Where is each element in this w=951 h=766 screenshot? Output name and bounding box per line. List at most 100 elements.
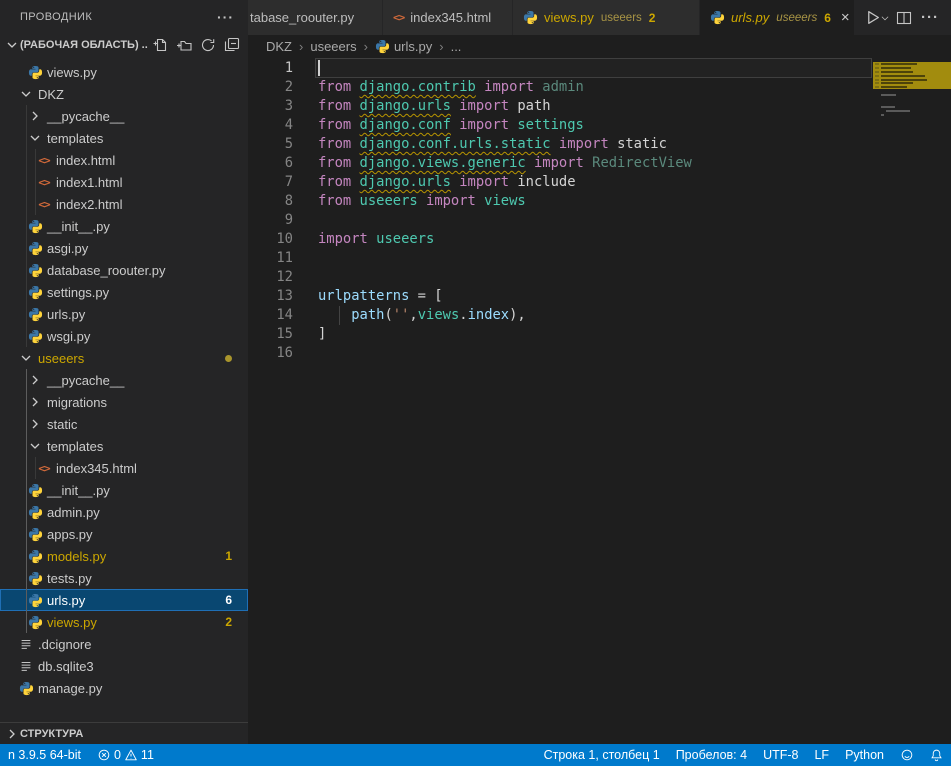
file-admin.py[interactable]: admin.py [0, 501, 248, 523]
minimap-mark [881, 82, 913, 84]
status-problems[interactable]: 011 [89, 744, 162, 766]
minimap-mark [875, 63, 879, 65]
file-__init__.py[interactable]: __init__.py [0, 215, 248, 237]
folder-useeers[interactable]: useeers [0, 347, 248, 369]
minimap-mark [881, 94, 896, 96]
tab-views.py[interactable]: views.pyuseeers2 [513, 0, 700, 35]
code-token: from [318, 117, 360, 133]
collapse-all-button[interactable] [220, 34, 244, 56]
file-urls.py[interactable]: urls.py6 [0, 589, 248, 611]
file-wsgi.py[interactable]: wsgi.py [0, 325, 248, 347]
split-editor-button[interactable] [891, 5, 917, 31]
code-line-2: from django.contrib import admin [318, 78, 584, 97]
file-index345.html[interactable]: <>index345.html [0, 457, 248, 479]
code-line-8: from useeers import views [318, 192, 526, 211]
new-folder-button[interactable] [172, 34, 196, 56]
indent-guide [26, 457, 27, 479]
file-index.html[interactable]: <>index.html [0, 149, 248, 171]
chevron-collapsed-icon[interactable] [27, 372, 43, 388]
folder-templates[interactable]: templates [0, 127, 248, 149]
file-urls.py[interactable]: urls.py [0, 303, 248, 325]
file-asgi.py[interactable]: asgi.py [0, 237, 248, 259]
tab-description: useeers [601, 12, 642, 24]
file-db.sqlite3[interactable]: db.sqlite3 [0, 655, 248, 677]
tab-urls.py[interactable]: urls.pyuseeers6× [700, 0, 855, 35]
code-token: from [318, 174, 360, 190]
feedback-icon [900, 748, 914, 762]
status-cursor-position[interactable]: Строка 1, столбец 1 [536, 744, 668, 766]
python-icon [27, 306, 43, 322]
breadcrumb-label: urls.py [394, 39, 432, 54]
file-views.py[interactable]: views.py2 [0, 611, 248, 633]
more-actions-icon[interactable]: ··· [217, 9, 234, 25]
indent-guide [26, 105, 27, 127]
breadcrumb-item-...[interactable]: ... [451, 39, 462, 54]
minimap-mark [881, 86, 907, 88]
chevron-expanded-icon[interactable] [18, 86, 34, 102]
chevron-collapsed-icon[interactable] [27, 394, 43, 410]
file-index2.html[interactable]: <>index2.html [0, 193, 248, 215]
status-feedback[interactable] [892, 744, 922, 766]
tab-label: urls.py [731, 10, 769, 25]
chevron-collapsed-icon[interactable] [27, 416, 43, 432]
python-icon [27, 262, 43, 278]
chevron-expanded-icon[interactable] [27, 438, 43, 454]
overview-ruler[interactable] [945, 57, 951, 744]
line-number: 16 [248, 344, 293, 363]
chevron-expanded-icon[interactable] [18, 350, 34, 366]
new-file-button[interactable] [148, 34, 172, 56]
refresh-button[interactable] [196, 34, 220, 56]
code-token: ), [509, 307, 526, 323]
minimap-mark [881, 75, 925, 77]
file-__init__.py[interactable]: __init__.py [0, 479, 248, 501]
folder-static[interactable]: static [0, 413, 248, 435]
status-notifications[interactable] [922, 744, 951, 766]
file-tree: views.pyDKZ__pycache__templates<>index.h… [0, 57, 248, 699]
file-views.py[interactable]: views.py [0, 61, 248, 83]
tab-description: useeers [776, 12, 817, 24]
outline-section-header[interactable]: СТРУКТУРА [0, 722, 248, 744]
folder-__pycache__[interactable]: __pycache__ [0, 369, 248, 391]
status-encoding[interactable]: UTF-8 [755, 744, 806, 766]
tree-item-label: DKZ [38, 87, 64, 102]
file-index1.html[interactable]: <>index1.html [0, 171, 248, 193]
vscode-window: ПРОВОДНИК ··· (РАБОЧАЯ ОБЛАСТЬ) ... view… [0, 0, 951, 766]
status-eol[interactable]: LF [806, 744, 837, 766]
indent-guide [26, 193, 27, 215]
tab-label: index345.html [410, 10, 491, 25]
folder-__pycache__[interactable]: __pycache__ [0, 105, 248, 127]
folder-DKZ[interactable]: DKZ [0, 83, 248, 105]
tree-item-label: urls.py [47, 593, 85, 608]
file-settings.py[interactable]: settings.py [0, 281, 248, 303]
tree-item-label: views.py [47, 65, 97, 80]
folder-templates[interactable]: templates [0, 435, 248, 457]
file-models.py[interactable]: models.py1 [0, 545, 248, 567]
tab-tabase_roouter.py[interactable]: tabase_roouter.py [248, 0, 383, 35]
code-editor[interactable]: 12from django.contrib import admin3from … [248, 57, 951, 744]
tree-item-label: useeers [38, 351, 84, 366]
more-actions-button[interactable]: ··· [917, 5, 943, 31]
line-number: 12 [248, 268, 293, 287]
file-tests.py[interactable]: tests.py [0, 567, 248, 589]
status-indentation[interactable]: Пробелов: 4 [668, 744, 755, 766]
breadcrumb-item-useeers[interactable]: useeers [310, 39, 356, 54]
file-database_roouter.py[interactable]: database_roouter.py [0, 259, 248, 281]
file-.dcignore[interactable]: .dcignore [0, 633, 248, 655]
file-apps.py[interactable]: apps.py [0, 523, 248, 545]
close-icon[interactable]: × [841, 10, 850, 25]
breadcrumb-item-urls.py[interactable]: urls.py [375, 39, 432, 54]
status-language-mode[interactable]: Python [837, 744, 892, 766]
chevron-collapsed-icon[interactable] [27, 108, 43, 124]
code-line-15: ] [318, 325, 326, 344]
chevron-expanded-icon[interactable] [27, 130, 43, 146]
tab-index345.html[interactable]: <>index345.html [383, 0, 513, 35]
file-manage.py[interactable]: manage.py [0, 677, 248, 699]
workspace-section-header[interactable]: (РАБОЧАЯ ОБЛАСТЬ) ... [0, 33, 248, 57]
breadcrumb-item-DKZ[interactable]: DKZ [266, 39, 292, 54]
python-icon [27, 218, 43, 234]
status-python-interpreter[interactable]: n 3.9.5 64-bit [0, 744, 89, 766]
folder-migrations[interactable]: migrations [0, 391, 248, 413]
minimap-mark [881, 63, 917, 65]
run-dropdown-button[interactable] [879, 5, 891, 31]
minimap[interactable] [873, 57, 945, 197]
